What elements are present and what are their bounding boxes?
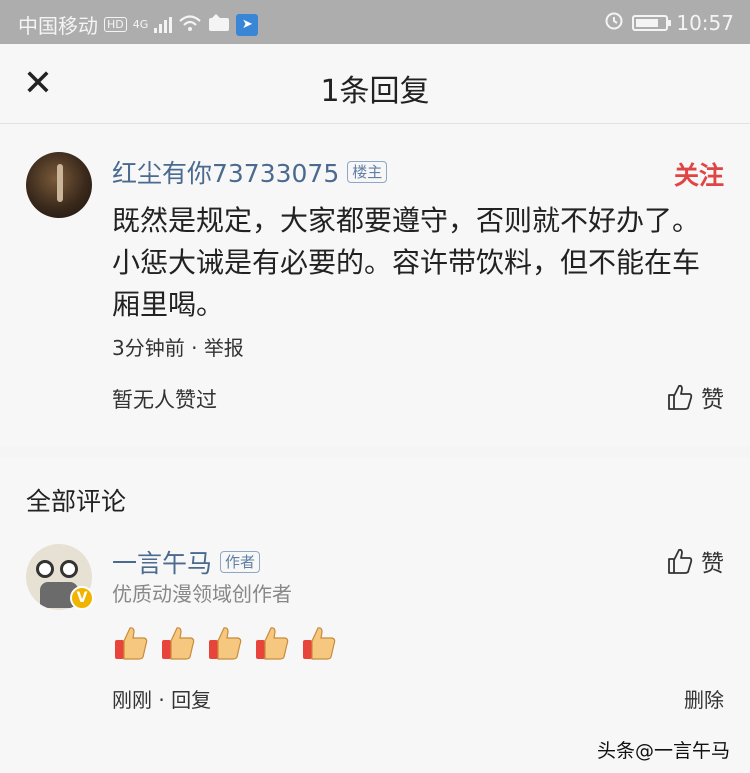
follow-button[interactable]: 关注 xyxy=(674,156,724,192)
comment-time: 刚刚 xyxy=(112,688,152,712)
comment-meta: 刚刚 · 回复 xyxy=(112,684,211,713)
likes-summary: 暂无人赞过 xyxy=(112,388,217,412)
comment-like-button[interactable]: 赞 xyxy=(665,544,724,578)
notification-icon xyxy=(208,13,230,37)
signal-icon xyxy=(154,16,173,33)
thumbs-up-emoji-icon xyxy=(303,627,336,660)
post-author[interactable]: 红尘有你73733075 楼主 xyxy=(112,154,388,190)
page-title: 1条回复 xyxy=(320,74,430,109)
wifi-icon xyxy=(178,13,202,37)
status-bar-right: 10:57 xyxy=(604,10,734,35)
hd-badge: HD xyxy=(104,17,127,32)
status-bar: 中国移动 HD 4G ➤ 10:57 xyxy=(0,0,750,44)
thumbs-up-emoji-icon xyxy=(256,627,289,660)
post-author-name[interactable]: 红尘有你73733075 xyxy=(112,154,339,190)
clock-label: 10:57 xyxy=(676,10,734,35)
post-time: 3分钟前 xyxy=(112,336,185,360)
delete-button[interactable]: 删除 xyxy=(684,684,724,713)
original-post: 红尘有你73733075 楼主 关注 既然是规定，大家都要遵守，否则就不好办了。… xyxy=(0,124,750,446)
comments-section: 全部评论 V 一言午马 作者 优质动漫领域创作者 赞 刚刚 · 回复 删除 头条… xyxy=(0,458,750,773)
verified-icon: V xyxy=(70,586,94,610)
carrier-label: 中国移动 xyxy=(18,14,98,38)
comment-emoji-row xyxy=(112,624,338,662)
header-bar: ✕ 1条回复 xyxy=(0,44,750,124)
status-bar-left: 中国移动 HD 4G ➤ xyxy=(18,10,259,39)
thumbs-up-icon xyxy=(668,384,693,410)
avatar[interactable] xyxy=(26,152,92,218)
battery-icon xyxy=(632,14,672,31)
thumbs-up-icon xyxy=(668,548,693,574)
author-badge: 作者 xyxy=(220,551,261,573)
comment-like-label: 赞 xyxy=(701,551,724,577)
reply-link[interactable]: 回复 xyxy=(171,688,211,712)
report-link[interactable]: 举报 xyxy=(204,336,244,360)
meta-separator: · xyxy=(184,336,204,360)
section-title: 全部评论 xyxy=(26,487,127,516)
comment-author-name[interactable]: 一言午马 xyxy=(112,544,212,580)
thumbs-up-emoji-icon xyxy=(115,627,148,660)
post-meta: 3分钟前 · 举报 xyxy=(112,332,244,361)
like-label: 赞 xyxy=(701,387,724,413)
thumbs-up-emoji-icon xyxy=(162,627,195,660)
comment-meta-separator: · xyxy=(152,688,172,712)
post-text: 既然是规定，大家都要遵守，否则就不好办了。小惩大诫是有必要的。容许带饮料，但不能… xyxy=(112,204,701,321)
comment-author[interactable]: 一言午马 作者 xyxy=(112,544,261,580)
thumbs-up-emoji-icon xyxy=(209,627,242,660)
location-arrow-icon: ➤ xyxy=(236,13,259,36)
like-button[interactable]: 赞 xyxy=(665,380,724,414)
watermark: 头条@一言午马 xyxy=(596,740,730,762)
network-label: 4G xyxy=(132,18,149,31)
owner-badge: 楼主 xyxy=(347,161,388,183)
alarm-icon xyxy=(604,10,624,35)
author-description: 优质动漫领域创作者 xyxy=(112,582,292,606)
